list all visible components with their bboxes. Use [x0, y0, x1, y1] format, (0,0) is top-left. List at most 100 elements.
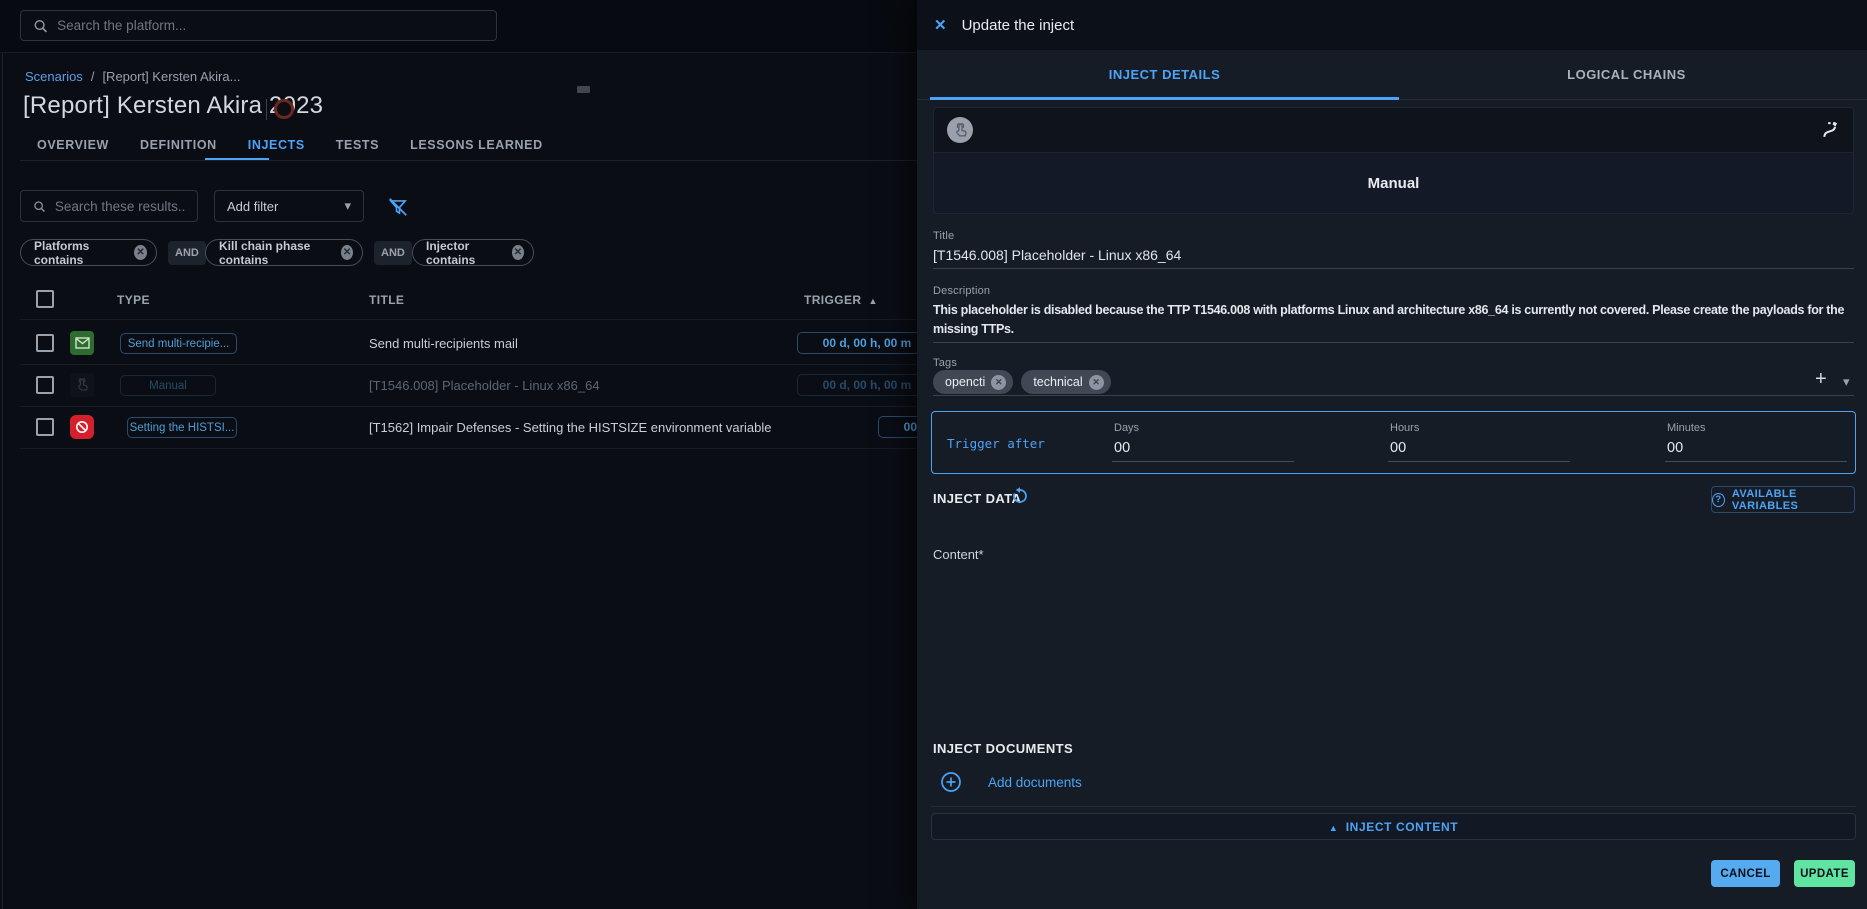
tag-chip-technical[interactable]: technical: [1021, 370, 1110, 394]
tab-overview[interactable]: OVERVIEW: [37, 138, 109, 152]
scenario-tabs: OVERVIEW DEFINITION INJECTS TESTS LESSON…: [37, 138, 543, 152]
add-tag-icon[interactable]: [1815, 368, 1827, 391]
row-checkbox[interactable]: [36, 376, 54, 394]
remove-tag-icon[interactable]: [1089, 375, 1104, 390]
sort-asc-icon: [861, 293, 877, 307]
add-circle-icon[interactable]: [940, 771, 962, 793]
cancel-button[interactable]: CANCEL: [1711, 860, 1780, 887]
scenario-status-ring-icon: [274, 99, 294, 119]
route-icon[interactable]: [1820, 120, 1840, 140]
minutes-input[interactable]: 00: [1667, 440, 1683, 456]
clear-filters-icon[interactable]: [387, 196, 409, 218]
trigger-after-label: Trigger after: [947, 436, 1045, 451]
inject-type-chip[interactable]: Setting the HISTSI...: [127, 417, 237, 438]
field-underline: [933, 268, 1854, 269]
col-header-trigger[interactable]: TRIGGER: [804, 293, 878, 307]
description-field-input[interactable]: This placeholder is disabled because the…: [933, 301, 1854, 339]
tags-chip-row: opencti technical: [933, 370, 1111, 394]
remove-tag-icon[interactable]: [991, 375, 1006, 390]
tab-definition[interactable]: DEFINITION: [140, 138, 217, 152]
trigger-chip[interactable]: 00 d, 00 h, 00 m: [797, 374, 937, 396]
add-filter-select[interactable]: Add filter: [214, 190, 364, 222]
minutes-label: Minutes: [1667, 422, 1706, 434]
field-underline: [1665, 461, 1847, 462]
chevron-down-icon: [344, 198, 351, 214]
filter-chip-label: Platforms contains: [34, 239, 126, 267]
col-header-type[interactable]: TYPE: [117, 293, 150, 307]
divider: [20, 319, 917, 320]
inject-title[interactable]: [T1562] Impair Defenses - Setting the HI…: [369, 420, 771, 435]
field-underline: [1112, 461, 1294, 462]
tab-injects[interactable]: INJECTS: [248, 138, 305, 152]
remove-filter-icon[interactable]: [512, 245, 524, 260]
left-nav-edge: [2, 53, 3, 909]
content-editor-area[interactable]: [933, 567, 1854, 727]
field-underline: [933, 395, 1854, 396]
divider: [20, 364, 917, 365]
days-input[interactable]: 00: [1114, 440, 1130, 456]
add-documents-link[interactable]: Add documents: [988, 775, 1082, 790]
inject-type-chip[interactable]: Send multi-recipie...: [120, 333, 237, 354]
inject-data-heading: INJECT DATA: [933, 491, 1021, 506]
tab-lessons-learned[interactable]: LESSONS LEARNED: [410, 138, 543, 152]
col-header-title[interactable]: TITLE: [369, 293, 404, 307]
filter-chip-label: Injector contains: [426, 239, 504, 267]
results-search-input[interactable]: [55, 199, 185, 214]
drawer-header: Update the inject: [917, 0, 1867, 50]
filter-chip-kill-chain[interactable]: Kill chain phase contains: [205, 239, 363, 266]
tag-label: technical: [1033, 375, 1082, 389]
divider: [20, 448, 917, 449]
tab-logical-chains[interactable]: LOGICAL CHAINS: [1399, 50, 1854, 99]
filter-chip-platforms[interactable]: Platforms contains: [20, 239, 157, 266]
manual-hand-icon: [953, 123, 968, 138]
available-variables-label: AVAILABLE VARIABLES: [1732, 488, 1854, 512]
injector-card: Manual: [933, 107, 1854, 214]
tag-label: opencti: [945, 375, 985, 389]
days-label: Days: [1114, 422, 1139, 434]
loading-dash: [577, 86, 590, 93]
tab-inject-details[interactable]: INJECT DETAILS: [930, 50, 1399, 99]
title-field-input[interactable]: [T1546.008] Placeholder - Linux x86_64: [933, 247, 1181, 263]
breadcrumb-separator: /: [91, 69, 95, 84]
close-icon[interactable]: [934, 16, 947, 34]
inject-title[interactable]: Send multi-recipients mail: [369, 336, 518, 351]
tags-field-label: Tags: [933, 357, 957, 369]
breadcrumb-scenarios-link[interactable]: Scenarios: [25, 69, 83, 84]
inject-content-toggle[interactable]: INJECT CONTENT: [931, 813, 1856, 840]
divider: [931, 806, 1856, 807]
injector-name: Manual: [934, 153, 1853, 214]
results-search[interactable]: [20, 190, 198, 222]
remove-filter-icon[interactable]: [341, 245, 353, 260]
refresh-icon[interactable]: [1011, 487, 1029, 505]
inject-type-chip[interactable]: Manual: [120, 375, 216, 396]
hours-input[interactable]: 00: [1390, 440, 1406, 456]
mail-icon: [70, 331, 94, 355]
tags-dropdown-icon[interactable]: [1843, 373, 1850, 391]
tag-chip-opencti[interactable]: opencti: [933, 370, 1013, 394]
injector-avatar: [947, 117, 973, 143]
filter-chip-injector[interactable]: Injector contains: [412, 239, 534, 266]
filter-chip-label: Kill chain phase contains: [219, 239, 333, 267]
filter-operator: AND: [374, 241, 412, 265]
platform-search-input[interactable]: [57, 18, 484, 33]
trigger-chip[interactable]: 00 d, 00 h, 00 m: [797, 332, 937, 354]
row-checkbox[interactable]: [36, 334, 54, 352]
col-header-trigger-label: TRIGGER: [804, 293, 861, 307]
update-button[interactable]: UPDATE: [1794, 860, 1855, 887]
platform-search[interactable]: [20, 10, 497, 41]
field-underline: [1388, 461, 1570, 462]
row-checkbox[interactable]: [36, 418, 54, 436]
tab-tests[interactable]: TESTS: [336, 138, 379, 152]
remove-filter-icon[interactable]: [134, 245, 147, 260]
available-variables-button[interactable]: ? AVAILABLE VARIABLES: [1711, 486, 1855, 513]
search-icon: [33, 199, 46, 214]
breadcrumb: Scenarios / [Report] Kersten Akira...: [25, 69, 240, 84]
inject-title[interactable]: [T1546.008] Placeholder - Linux x86_64: [369, 378, 600, 393]
app-root: Scenarios / [Report] Kersten Akira... [R…: [0, 0, 1867, 909]
active-drawer-tab-indicator: [930, 97, 1399, 100]
drawer-title: Update the inject: [962, 17, 1075, 34]
select-all-checkbox[interactable]: [36, 290, 54, 308]
hours-label: Hours: [1390, 422, 1419, 434]
search-icon: [33, 18, 48, 34]
injector-card-header: [934, 108, 1853, 153]
